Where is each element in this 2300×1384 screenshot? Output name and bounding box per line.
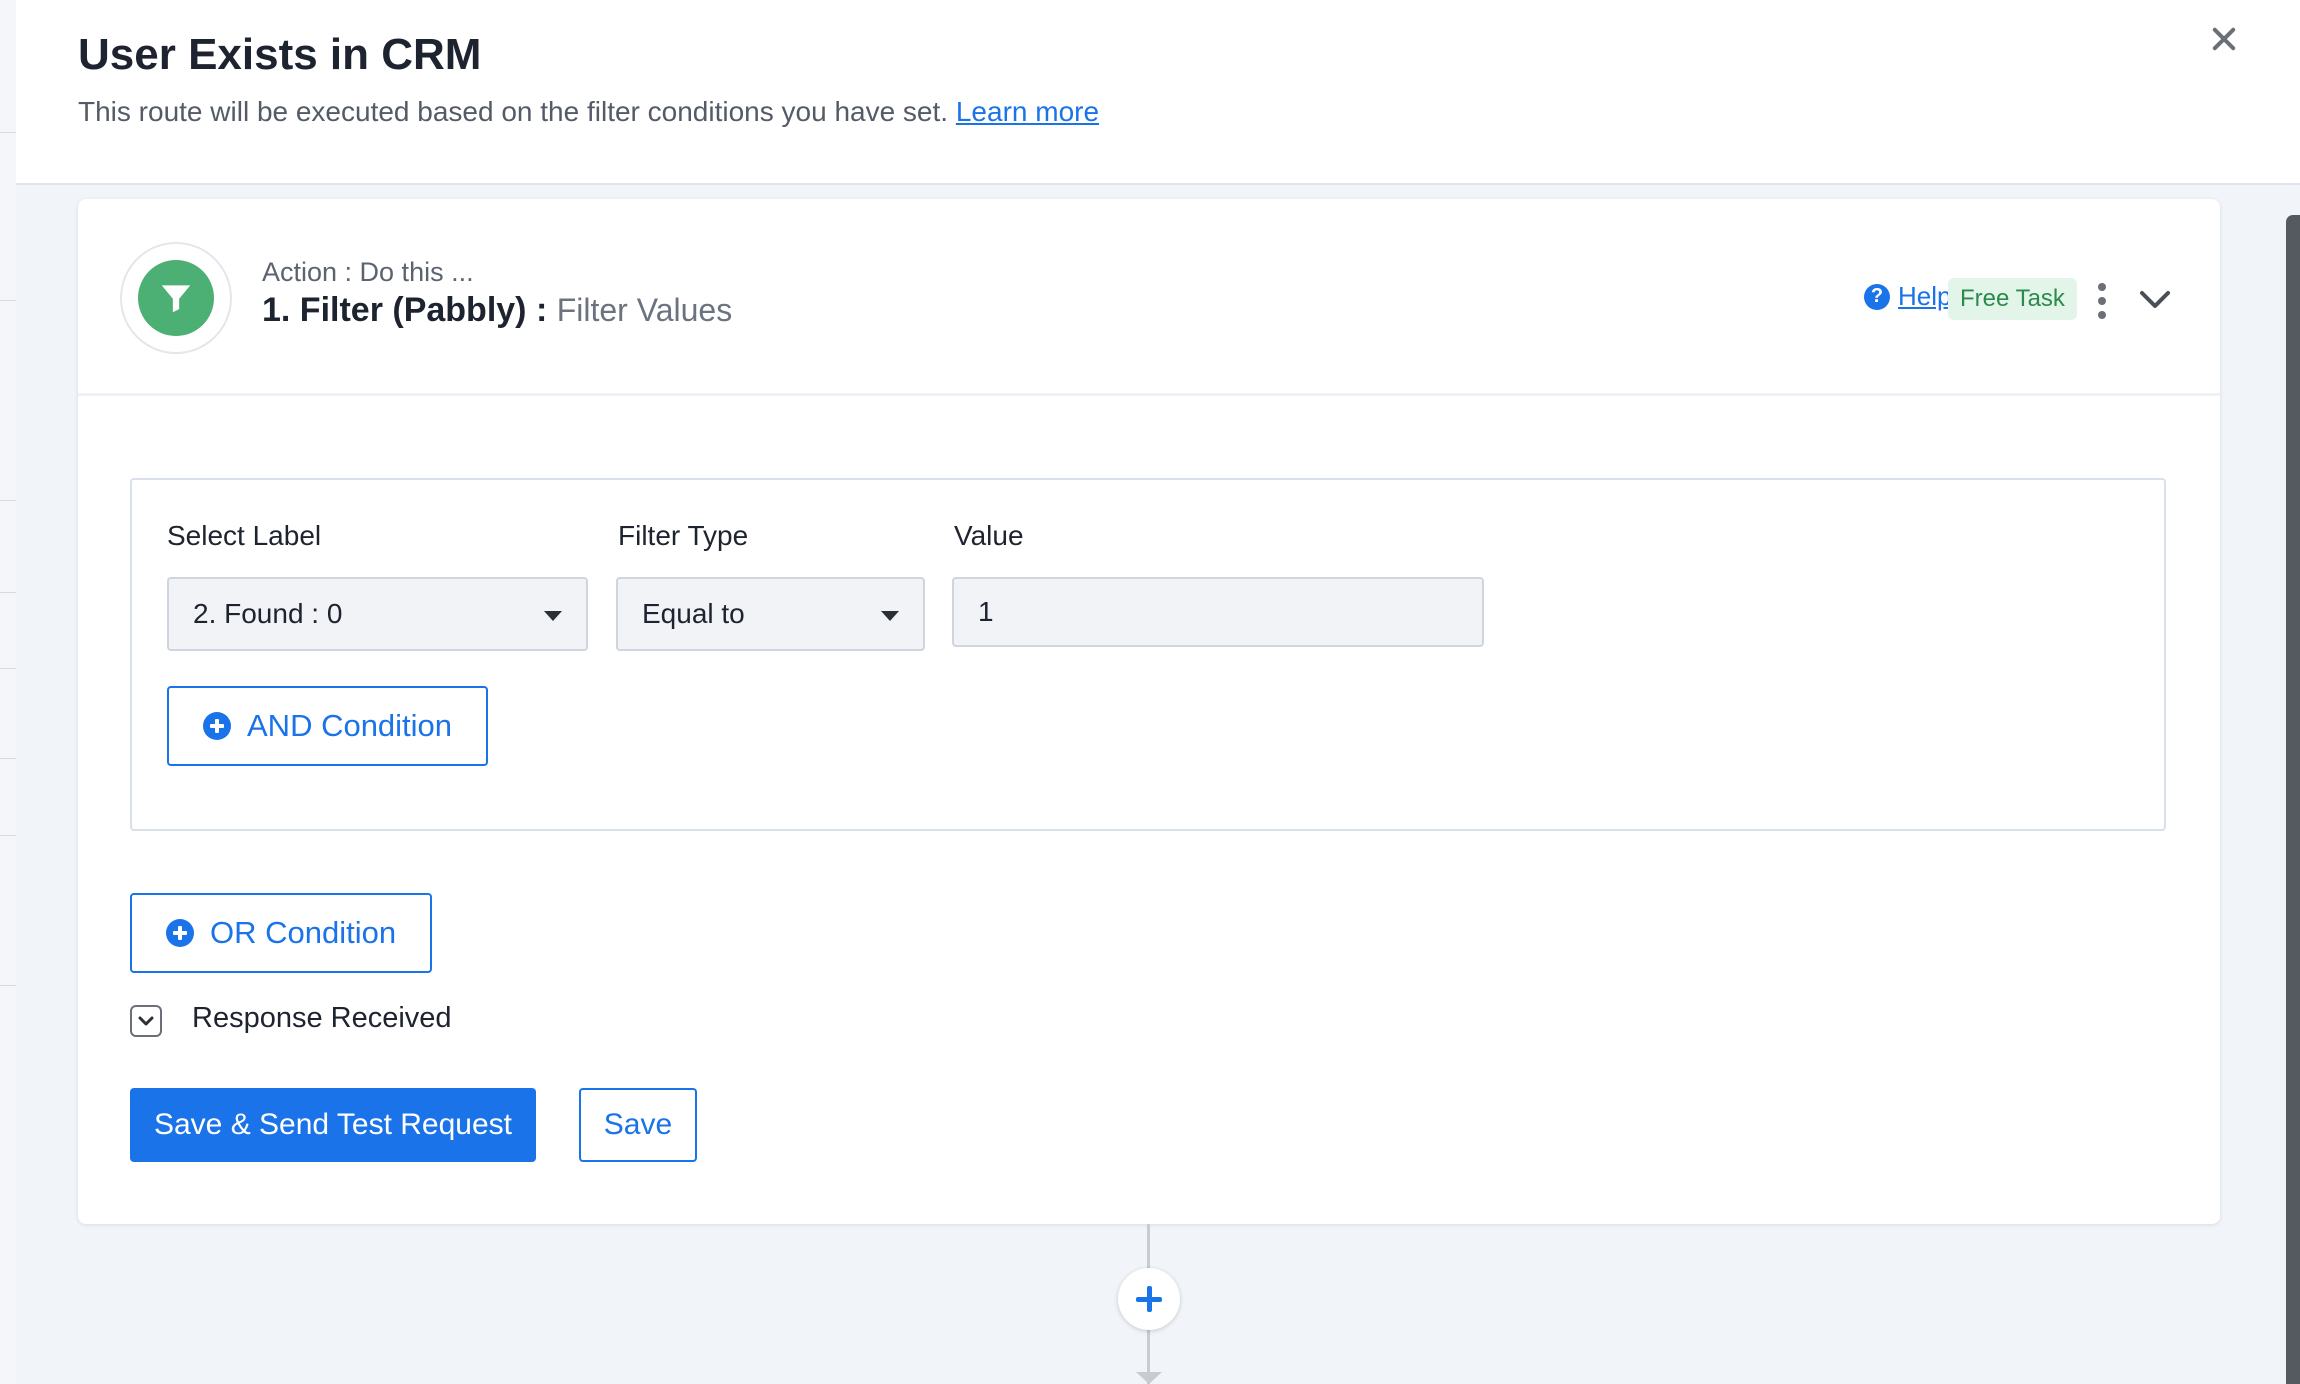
background-divider <box>0 300 16 301</box>
select-label-header: Select Label <box>167 520 322 551</box>
or-condition-label: OR Condition <box>210 915 397 950</box>
background-divider <box>0 835 16 836</box>
and-condition-label: AND Condition <box>247 708 453 743</box>
free-task-badge: Free Task <box>1948 278 2077 320</box>
filter-type-header: Filter Type <box>618 520 749 551</box>
arrow-down-icon <box>1136 1372 1162 1384</box>
and-condition-button[interactable]: AND Condition <box>167 686 489 766</box>
chevron-down-icon <box>138 1016 154 1026</box>
action-step-card: Action : Do this ... 1. Filter (Pabbly) … <box>78 199 2220 1224</box>
modal-subtitle: This route will be executed based on the… <box>78 96 1099 128</box>
background-divider <box>0 500 16 501</box>
background-divider <box>0 985 16 986</box>
condition-group: Select Label Filter Type Value 2. Found … <box>130 478 2166 831</box>
background-divider <box>0 758 16 759</box>
value-input-text: 1 <box>978 596 994 627</box>
help-link[interactable]: Help <box>1898 281 1951 312</box>
question-circle-icon: ? <box>1864 283 1890 310</box>
value-header: Value <box>954 520 1024 551</box>
step-header[interactable]: Action : Do this ... 1. Filter (Pabbly) … <box>78 199 2220 396</box>
filter-type-value: Equal to <box>642 598 745 629</box>
scrollbar[interactable] <box>2286 215 2300 1384</box>
background-page <box>0 0 16 1384</box>
chevron-down-icon[interactable] <box>2138 285 2172 313</box>
background-divider <box>0 668 16 669</box>
step-action-name: Filter Values <box>556 292 733 328</box>
save-button[interactable]: Save <box>579 1088 697 1162</box>
route-modal: User Exists in CRM This route will be ex… <box>16 0 2300 1384</box>
action-label: Action : Do this ... <box>262 257 474 287</box>
select-label-dropdown[interactable]: 2. Found : 0 <box>167 577 588 651</box>
app-icon-frame <box>120 242 232 354</box>
step-title: 1. Filter (Pabbly) : Filter Values <box>262 291 732 330</box>
modal-subtitle-text: This route will be executed based on the… <box>78 96 949 127</box>
or-condition-button[interactable]: OR Condition <box>130 893 433 973</box>
response-received-toggle[interactable] <box>130 1005 162 1037</box>
filter-icon <box>138 260 214 336</box>
help-link-group[interactable]: ? Help <box>1864 281 1951 312</box>
caret-down-icon <box>544 611 562 621</box>
select-label-value: 2. Found : 0 <box>193 598 343 629</box>
plus-circle-icon <box>203 712 231 740</box>
caret-down-icon <box>881 611 899 621</box>
background-divider <box>0 132 16 133</box>
step-app-name: 1. Filter (Pabbly) : <box>262 291 548 329</box>
plus-circle-icon <box>166 919 194 947</box>
response-received-label[interactable]: Response Received <box>192 1002 452 1035</box>
filter-icon-glyph <box>161 285 191 313</box>
close-icon[interactable] <box>2204 20 2244 60</box>
more-options-icon[interactable] <box>2096 283 2108 319</box>
filter-type-dropdown[interactable]: Equal to <box>616 577 925 651</box>
value-input[interactable]: 1 <box>952 577 1484 647</box>
modal-header: User Exists in CRM This route will be ex… <box>16 0 2300 185</box>
modal-title: User Exists in CRM <box>78 30 482 79</box>
background-divider <box>0 592 16 593</box>
add-step-button[interactable] <box>1118 1268 1180 1330</box>
save-send-test-button[interactable]: Save & Send Test Request <box>130 1088 536 1162</box>
learn-more-link[interactable]: Learn more <box>956 96 1099 127</box>
